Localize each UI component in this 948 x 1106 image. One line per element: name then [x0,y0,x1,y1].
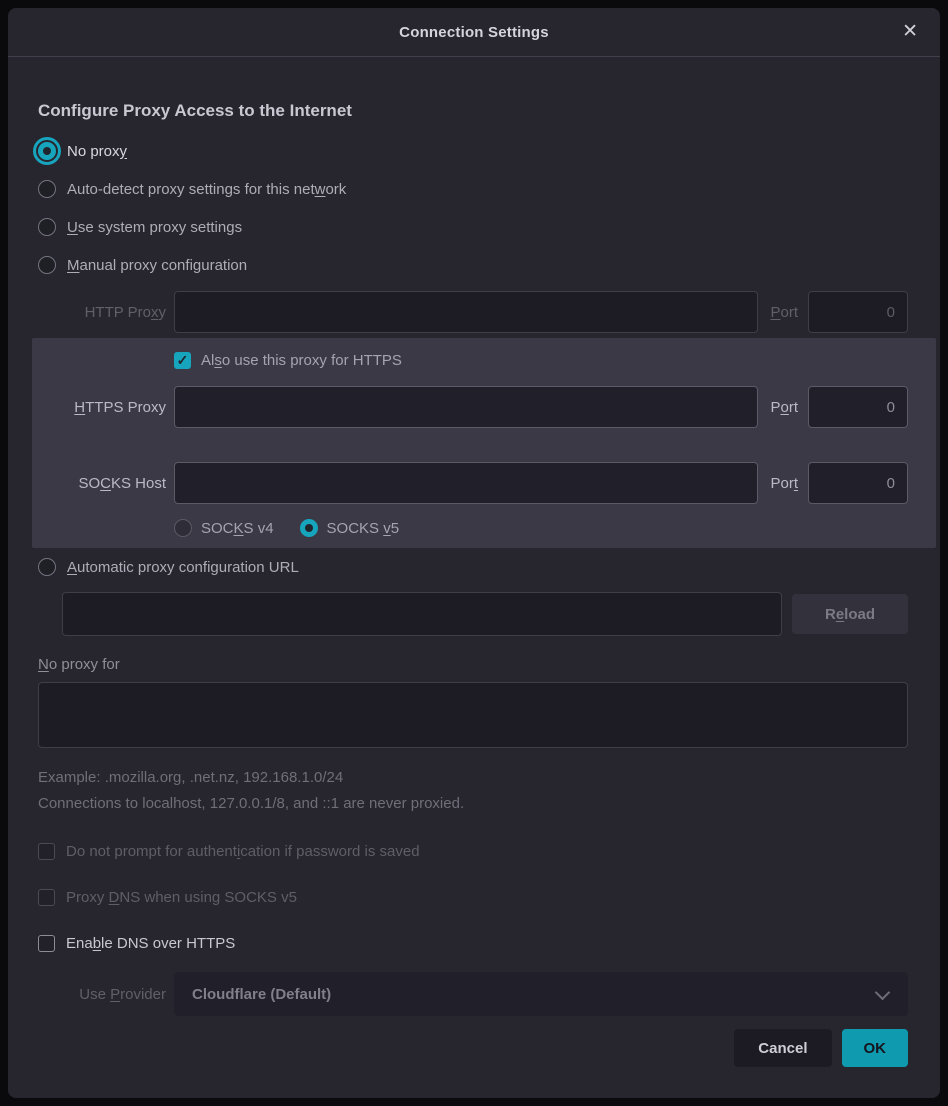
system-proxy-radio[interactable] [38,218,56,236]
proxy-mode-radiogroup: No proxy Auto-detect proxy settings for … [38,132,908,284]
socks-port-input[interactable] [808,462,908,504]
auth-prompt-label: Do not prompt for authentication if pass… [66,843,420,860]
https-proxy-row: HTTPS Proxy Port [38,386,908,428]
socks-version-radiogroup: SOCKS v4 SOCKS v5 [174,517,908,539]
no-proxy-for-textarea[interactable] [38,682,908,748]
socks-host-input[interactable] [174,462,758,504]
socks-host-row: SOCKS Host Port [38,462,908,504]
no-proxy-radio[interactable] [38,142,56,160]
enable-doh-row[interactable]: Enable DNS over HTTPS [38,931,908,955]
auth-prompt-checkbox[interactable] [38,843,55,860]
http-proxy-label: HTTP Proxy [38,304,166,321]
radio-row-auto-detect[interactable]: Auto-detect proxy settings for this netw… [38,170,908,208]
enable-doh-label: Enable DNS over HTTPS [66,935,235,952]
auto-detect-label: Auto-detect proxy settings for this netw… [67,181,346,198]
http-proxy-input[interactable] [174,291,758,333]
https-port-label: Port [770,399,798,416]
also-https-checkbox[interactable]: ✓ [174,352,191,369]
also-https-row[interactable]: ✓ Also use this proxy for HTTPS [174,348,908,372]
socks-v4-radio[interactable] [174,519,192,537]
dialog-titlebar: Connection Settings ✕ [8,8,940,57]
socks-v5-radio[interactable] [300,519,318,537]
socks-v5-option[interactable]: SOCKS v5 [300,519,400,537]
https-socks-highlight-section: ✓ Also use this proxy for HTTPS HTTPS Pr… [32,338,936,548]
https-proxy-label: HTTPS Proxy [38,399,166,416]
radio-row-auto-url[interactable]: Automatic proxy configuration URL [38,548,908,586]
https-port-input[interactable] [808,386,908,428]
use-provider-label: Use Provider [38,986,166,1003]
no-proxy-for-example: Example: .mozilla.org, .net.nz, 192.168.… [38,769,908,786]
proxy-dns-checkbox[interactable] [38,889,55,906]
manual-proxy-label: Manual proxy configuration [67,257,247,274]
dialog-footer: Cancel OK [38,1029,908,1067]
socks-v4-label: SOCKS v4 [201,520,274,537]
http-port-label: Port [770,304,798,321]
never-proxied-note: Connections to localhost, 127.0.0.1/8, a… [38,795,908,812]
no-proxy-label: No proxy [67,143,127,160]
dialog-content: Configure Proxy Access to the Internet N… [8,101,940,1067]
ok-button[interactable]: OK [842,1029,909,1067]
manual-proxy-radio[interactable] [38,256,56,274]
close-icon[interactable]: ✕ [902,22,918,41]
radio-row-manual-proxy[interactable]: Manual proxy configuration [38,246,908,284]
socks-v4-option[interactable]: SOCKS v4 [174,519,274,537]
page-title: Configure Proxy Access to the Internet [38,101,908,121]
auto-url-row: Reload [62,592,908,636]
provider-row: Use Provider Cloudflare (Default) [38,972,908,1016]
system-proxy-label: Use system proxy settings [67,219,242,236]
socks-host-label: SOCKS Host [38,475,166,492]
provider-selected-value: Cloudflare (Default) [192,986,331,1003]
auth-prompt-row[interactable]: Do not prompt for authentication if pass… [38,839,908,863]
reload-button[interactable]: Reload [792,594,908,634]
http-proxy-row: HTTP Proxy Port [38,291,908,333]
proxy-dns-label: Proxy DNS when using SOCKS v5 [66,889,297,906]
socks-port-label: Port [770,475,798,492]
auto-detect-radio[interactable] [38,180,56,198]
radio-row-system-proxy[interactable]: Use system proxy settings [38,208,908,246]
enable-doh-checkbox[interactable] [38,935,55,952]
http-port-input[interactable] [808,291,908,333]
dialog-title: Connection Settings [399,24,549,41]
connection-settings-dialog: Connection Settings ✕ Configure Proxy Ac… [8,8,940,1098]
auto-url-input[interactable] [62,592,782,636]
cancel-button[interactable]: Cancel [734,1029,831,1067]
radio-row-no-proxy[interactable]: No proxy [38,132,908,170]
chevron-down-icon [875,985,891,1001]
also-https-label: Also use this proxy for HTTPS [201,352,402,369]
proxy-dns-row[interactable]: Proxy DNS when using SOCKS v5 [38,885,908,909]
socks-v5-label: SOCKS v5 [327,520,400,537]
no-proxy-for-label: No proxy for [38,656,908,673]
auto-url-radio[interactable] [38,558,56,576]
auto-url-label: Automatic proxy configuration URL [67,559,299,576]
https-proxy-input[interactable] [174,386,758,428]
provider-dropdown[interactable]: Cloudflare (Default) [174,972,908,1016]
